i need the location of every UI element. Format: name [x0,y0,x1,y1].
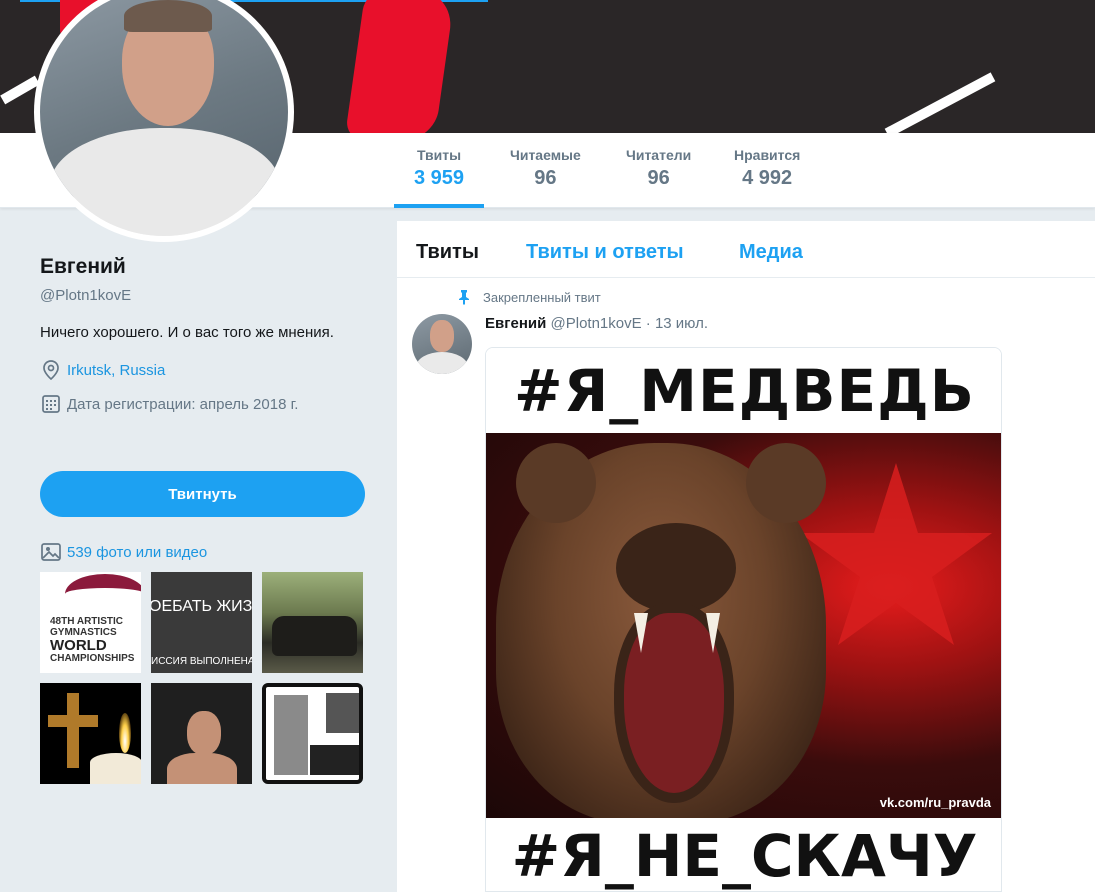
bear-ear [516,443,596,523]
stat-value: 4 992 [742,167,793,189]
media-thumbnail[interactable]: ОЕБАТЬ ЖИЗ ИССИЯ ВЫПОЛНЕНА [151,572,252,673]
thumbnail-car [272,616,357,656]
profile-name[interactable]: Евгений [40,255,370,279]
pin-icon [457,289,471,305]
tweet-avatar-face [430,320,454,352]
timeline-tabs: Твиты Твиты и ответы Медиа [397,221,1095,278]
image-top-text: #Я_МЕДВЕДЬ [514,356,975,425]
tweet-author-name[interactable]: Евгений [485,315,546,332]
image-icon [40,541,62,563]
thumbnail-text: 48TH ARTISTIC GYMNASTICS WORLD CHAMPIONS… [50,616,134,664]
bear-ear [746,443,826,523]
thumbnail-line: WORLD [50,637,107,654]
media-thumbnail[interactable] [151,683,252,784]
red-star [800,463,992,645]
thumbnail-flame [119,713,131,753]
avatar-hair [124,0,212,32]
tweet-avatar-shirt [416,352,468,374]
thumbnail-cross [48,693,98,768]
image-top-caption: #Я_МЕДВЕДЬ [486,348,1001,433]
media-grid: 48TH ARTISTIC GYMNASTICS WORLD CHAMPIONS… [40,572,364,784]
profile-bio: Ничего хорошего. И о вас того же мнения. [40,324,334,341]
stat-label: Твиты [417,147,462,163]
photos-videos-link[interactable]: 539 фото или видео [40,541,207,563]
location-link[interactable]: Irkutsk, Russia [67,362,165,379]
joined-date: Дата регистрации: апрель 2018 г. [67,395,299,413]
tab-media[interactable]: Медиа [739,241,803,264]
image-bottom-caption: #Я_НЕ_СКАЧУ [486,818,1001,891]
thumbnail-photo [326,693,359,733]
media-thumbnail[interactable] [262,572,363,673]
stat-label: Нравится [734,147,801,163]
thumbnail-logo-arc [65,574,141,614]
stat-value: 96 [534,167,557,189]
profile-handle[interactable]: @Plotn1kovE [40,287,370,304]
tweet-image[interactable]: #Я_МЕДВЕДЬ vk.com/ru_pravda #Я_НЕ_СКАЧУ [485,347,1002,892]
tweet-button[interactable]: Твитнуть [40,471,365,517]
photos-videos-label: 539 фото или видео [67,543,208,561]
image-bottom-text: #Я_НЕ_СКАЧУ [511,821,978,890]
thumbnail-line: CHAMPIONSHIPS [50,653,135,664]
profile-card: Евгений @Plotn1kovE Ничего хорошего. И о… [40,255,370,415]
stat-label: Читатели [626,147,692,163]
media-thumbnail[interactable]: 48TH ARTISTIC GYMNASTICS WORLD CHAMPIONS… [40,572,141,673]
avatar-image [40,0,288,236]
profile-avatar[interactable] [34,0,294,242]
tweet-avatar[interactable] [412,314,472,374]
profile-joined: Дата регистрации: апрель 2018 г. [40,393,370,415]
bear-snout [616,523,736,613]
thumbnail-person-head [187,711,221,755]
tab-tweets[interactable]: Твиты [416,241,479,264]
banner-shape [884,72,996,133]
image-credit: vk.com/ru_pravda [879,795,991,810]
thumbnail-photo [274,695,308,775]
banner-shape [344,0,456,133]
stat-value: 3 959 [414,167,465,189]
profile-location: Irkutsk, Russia [40,359,370,381]
stat-tweets[interactable]: Твиты 3 959 [393,147,485,208]
media-thumbnail[interactable] [262,683,363,784]
calendar-icon [40,393,62,415]
stat-label: Читаемые [510,147,581,163]
stat-following[interactable]: Читаемые 96 [510,147,581,190]
thumbnail-candle [90,753,141,784]
thumbnail-line: 48TH ARTISTIC [50,616,123,627]
tweet-date[interactable]: · 13 июл. [646,315,708,332]
media-thumbnail[interactable] [40,683,141,784]
location-pin-icon [40,359,62,381]
timeline: Твиты Твиты и ответы Медиа Закрепленный … [397,221,1095,892]
thumbnail-line: ИССИЯ ВЫПОЛНЕНА [151,656,252,667]
tab-tweets-and-replies[interactable]: Твиты и ответы [526,241,684,264]
bear-photo: vk.com/ru_pravda [486,433,1001,818]
tweet-author-handle[interactable]: @Plotn1kovE [551,315,642,332]
bear [496,443,826,818]
pinned-text: Закрепленный твит [483,289,601,305]
stat-followers[interactable]: Читатели 96 [626,147,691,190]
pinned-label: Закрепленный твит [457,289,601,305]
thumbnail-person-body [167,753,237,784]
stat-likes[interactable]: Нравится 4 992 [734,147,800,190]
thumbnail-photo [310,745,359,775]
avatar-shirt [50,128,280,236]
thumbnail-line: ОЕБАТЬ ЖИЗ [151,598,252,615]
stat-value: 96 [647,167,670,189]
tweet-header: Евгений @Plotn1kovE · 13 июл. [485,315,708,332]
